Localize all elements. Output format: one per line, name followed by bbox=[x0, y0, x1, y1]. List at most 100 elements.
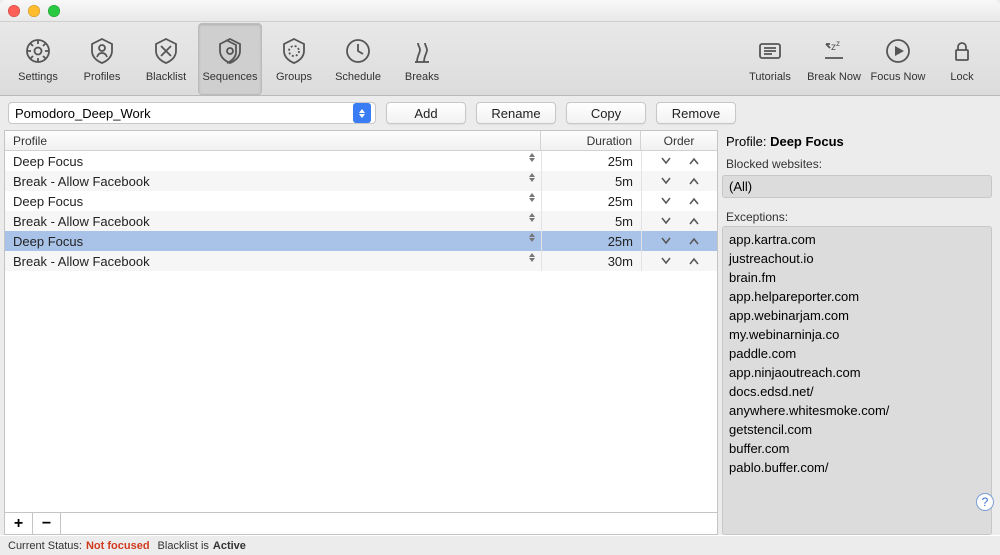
exception-item[interactable]: docs.edsd.net/ bbox=[729, 382, 985, 401]
toolbar-lock[interactable]: Lock bbox=[930, 23, 994, 95]
exception-item[interactable]: my.webinarninja.co bbox=[729, 325, 985, 344]
exception-item[interactable]: brain.fm bbox=[729, 268, 985, 287]
toolbar-settings[interactable]: Settings bbox=[6, 23, 70, 95]
cell-profile[interactable]: Deep Focus bbox=[5, 191, 541, 211]
table-row[interactable]: Break - Allow Facebook 5m bbox=[5, 171, 717, 191]
toolbar-label: Blacklist bbox=[146, 71, 186, 83]
sequence-steps-pane: Profile Duration Order Deep Focus 25m Br… bbox=[0, 130, 718, 535]
cell-profile[interactable]: Deep Focus bbox=[5, 151, 541, 171]
exception-item[interactable]: paddle.com bbox=[729, 344, 985, 363]
cell-duration[interactable]: 5m bbox=[541, 211, 641, 231]
remove-button[interactable]: Remove bbox=[656, 102, 736, 124]
steps-table-header: Profile Duration Order bbox=[5, 131, 717, 151]
cell-order bbox=[641, 251, 717, 271]
sequence-select-value: Pomodoro_Deep_Work bbox=[15, 106, 151, 121]
move-down-icon[interactable] bbox=[661, 177, 671, 185]
profile-stepper-icon[interactable] bbox=[529, 173, 535, 182]
profiles-icon bbox=[87, 35, 117, 67]
toolbar-label: Sequences bbox=[202, 71, 257, 83]
exception-item[interactable]: getstencil.com bbox=[729, 420, 985, 439]
blacklist-state: Active bbox=[213, 540, 246, 552]
toolbar-label: Groups bbox=[276, 71, 312, 83]
cell-profile[interactable]: Break - Allow Facebook bbox=[5, 171, 541, 191]
minimize-window-button[interactable] bbox=[28, 5, 40, 17]
move-up-icon[interactable] bbox=[689, 157, 699, 165]
toolbar-blacklist[interactable]: Blacklist bbox=[134, 23, 198, 95]
breaknow-icon: zz bbox=[819, 35, 849, 67]
status-bar: Current Status: Not focused Blacklist is… bbox=[0, 535, 1000, 555]
move-up-icon[interactable] bbox=[689, 257, 699, 265]
move-down-icon[interactable] bbox=[661, 157, 671, 165]
focusnow-icon bbox=[883, 35, 913, 67]
remove-row-button[interactable]: − bbox=[33, 513, 61, 534]
col-profile[interactable]: Profile bbox=[5, 131, 541, 150]
exception-item[interactable]: anywhere.whitesmoke.com/ bbox=[729, 401, 985, 420]
exception-item[interactable]: app.ninjaoutreach.com bbox=[729, 363, 985, 382]
move-down-icon[interactable] bbox=[661, 257, 671, 265]
help-icon[interactable]: ? bbox=[976, 493, 994, 511]
profile-stepper-icon[interactable] bbox=[529, 253, 535, 262]
toolbar-sequences[interactable]: Sequences bbox=[198, 23, 262, 95]
toolbar-breaknow[interactable]: zzBreak Now bbox=[802, 23, 866, 95]
traffic-lights bbox=[8, 5, 60, 17]
toolbar-group-left: SettingsProfiles Blacklist Sequences Groups… bbox=[6, 23, 454, 95]
exception-item[interactable]: app.kartra.com bbox=[729, 230, 985, 249]
exceptions-label: Exceptions: bbox=[722, 208, 992, 226]
add-remove-spacer bbox=[61, 513, 717, 534]
table-row[interactable]: Break - Allow Facebook 5m bbox=[5, 211, 717, 231]
exception-item[interactable]: app.webinarjam.com bbox=[729, 306, 985, 325]
cell-duration[interactable]: 25m bbox=[541, 231, 641, 251]
toolbar-label: Breaks bbox=[405, 71, 439, 83]
profile-stepper-icon[interactable] bbox=[529, 233, 535, 242]
table-row[interactable]: Deep Focus 25m bbox=[5, 231, 717, 251]
move-down-icon[interactable] bbox=[661, 217, 671, 225]
table-row[interactable]: Break - Allow Facebook 30m bbox=[5, 251, 717, 271]
updown-icon bbox=[353, 103, 371, 123]
cell-order bbox=[641, 191, 717, 211]
move-down-icon[interactable] bbox=[661, 237, 671, 245]
exception-item[interactable]: pablo.buffer.com/ bbox=[729, 458, 985, 477]
cell-profile[interactable]: Break - Allow Facebook bbox=[5, 211, 541, 231]
toolbar-groups[interactable]: Groups bbox=[262, 23, 326, 95]
cell-duration[interactable]: 5m bbox=[541, 171, 641, 191]
profile-stepper-icon[interactable] bbox=[529, 213, 535, 222]
toolbar-profiles[interactable]: Profiles bbox=[70, 23, 134, 95]
cell-duration[interactable]: 25m bbox=[541, 191, 641, 211]
exception-item[interactable]: justreachout.io bbox=[729, 249, 985, 268]
close-window-button[interactable] bbox=[8, 5, 20, 17]
move-down-icon[interactable] bbox=[661, 197, 671, 205]
cell-order bbox=[641, 231, 717, 251]
add-row-button[interactable]: + bbox=[5, 513, 33, 534]
move-up-icon[interactable] bbox=[689, 237, 699, 245]
exception-item[interactable]: buffer.com bbox=[729, 439, 985, 458]
toolbar-tutorials[interactable]: Tutorials bbox=[738, 23, 802, 95]
add-button[interactable]: Add bbox=[386, 102, 466, 124]
copy-button[interactable]: Copy bbox=[566, 102, 646, 124]
profile-stepper-icon[interactable] bbox=[529, 153, 535, 162]
tutorials-icon bbox=[755, 35, 785, 67]
table-row[interactable]: Deep Focus 25m bbox=[5, 191, 717, 211]
exception-item[interactable]: app.helpareporter.com bbox=[729, 287, 985, 306]
cell-duration[interactable]: 25m bbox=[541, 151, 641, 171]
cell-profile[interactable]: Deep Focus bbox=[5, 231, 541, 251]
move-up-icon[interactable] bbox=[689, 197, 699, 205]
rename-button[interactable]: Rename bbox=[476, 102, 556, 124]
profile-stepper-icon[interactable] bbox=[529, 193, 535, 202]
toolbar-schedule[interactable]: Schedule bbox=[326, 23, 390, 95]
toolbar-focusnow[interactable]: Focus Now bbox=[866, 23, 930, 95]
schedule-icon bbox=[343, 35, 373, 67]
blocked-websites-value: (All) bbox=[722, 175, 992, 198]
profile-details-title: Profile: Deep Focus bbox=[722, 130, 992, 155]
cell-profile[interactable]: Break - Allow Facebook bbox=[5, 251, 541, 271]
toolbar-label: Focus Now bbox=[870, 71, 925, 83]
col-duration[interactable]: Duration bbox=[541, 131, 641, 150]
move-up-icon[interactable] bbox=[689, 177, 699, 185]
toolbar-breaks[interactable]: Breaks bbox=[390, 23, 454, 95]
cell-duration[interactable]: 30m bbox=[541, 251, 641, 271]
move-up-icon[interactable] bbox=[689, 217, 699, 225]
table-row[interactable]: Deep Focus 25m bbox=[5, 151, 717, 171]
zoom-window-button[interactable] bbox=[48, 5, 60, 17]
col-order[interactable]: Order bbox=[641, 131, 717, 150]
toolbar-label: Schedule bbox=[335, 71, 381, 83]
sequence-select[interactable]: Pomodoro_Deep_Work bbox=[8, 102, 376, 124]
